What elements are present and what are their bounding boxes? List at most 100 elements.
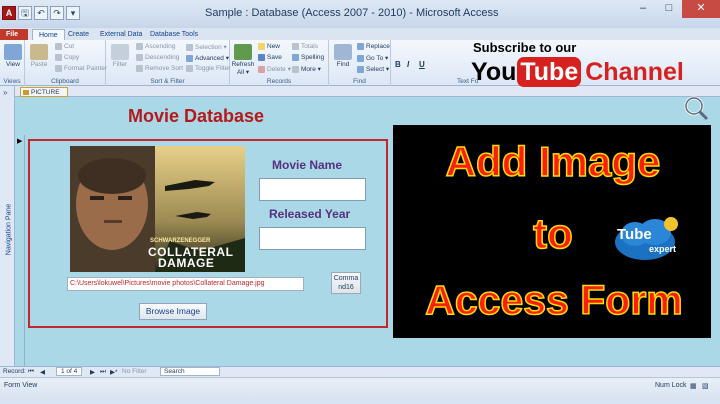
- paste-icon: [30, 44, 48, 60]
- youtube-channel-logo: You Tube Channel: [471, 57, 684, 87]
- toggle-filter-icon: [186, 65, 193, 72]
- more-button[interactable]: More ▾: [292, 65, 321, 73]
- quick-access-toolbar: A 🖫 ↶ ↷ ▾: [2, 6, 80, 22]
- poster-title-line2: DAMAGE: [158, 256, 215, 270]
- form-icon: [23, 90, 29, 95]
- badge-expert-text: expert: [649, 244, 677, 254]
- window-controls: – □ ✕: [630, 0, 720, 18]
- form-view-icon[interactable]: ▦: [690, 382, 697, 390]
- sort-ascending-icon: [136, 43, 143, 50]
- new-record-button[interactable]: New: [258, 43, 280, 50]
- record-label: Record:: [3, 368, 26, 375]
- chevron-right-icon[interactable]: »: [3, 88, 7, 97]
- copy-button[interactable]: Copy: [55, 54, 79, 61]
- view-icon: [4, 44, 22, 60]
- access-logo-icon[interactable]: A: [2, 6, 16, 20]
- movie-name-field[interactable]: [259, 178, 366, 201]
- customize-icon[interactable]: ▾: [66, 6, 80, 20]
- promo-line-1: Add Image: [445, 137, 661, 186]
- tube-expert-badge: Tube expert: [613, 214, 683, 264]
- toggle-filter-button[interactable]: Toggle Filter: [186, 65, 230, 72]
- save-record-button[interactable]: Save: [258, 54, 282, 61]
- released-year-label: Released Year: [269, 207, 351, 221]
- magnifier-icon: [684, 96, 709, 121]
- record-selector[interactable]: ▶: [15, 135, 25, 366]
- underline-button[interactable]: U: [419, 60, 425, 69]
- previous-record-icon[interactable]: ◀: [40, 368, 45, 376]
- status-bar: Form View Num Lock ▦ ▧: [0, 377, 720, 404]
- bold-button[interactable]: B: [395, 60, 401, 69]
- tab-home[interactable]: Home: [32, 29, 65, 40]
- tab-external-data[interactable]: External Data: [94, 29, 148, 40]
- clipboard-group: Paste Cut Copy Format Painter Clipboard: [25, 40, 107, 86]
- no-filter-indicator[interactable]: No Filter: [122, 368, 147, 375]
- descending-button[interactable]: Descending: [136, 54, 179, 61]
- ascending-button[interactable]: Ascending: [136, 43, 175, 50]
- tab-database-tools[interactable]: Database Tools: [144, 29, 204, 40]
- replace-icon: [357, 43, 364, 50]
- delete-icon: [258, 65, 265, 73]
- redo-icon[interactable]: ↷: [50, 6, 64, 20]
- totals-button[interactable]: Totals: [292, 43, 318, 50]
- save-record-icon: [258, 54, 265, 61]
- paste-button[interactable]: Paste: [27, 44, 51, 68]
- select-button[interactable]: Select ▾: [357, 65, 389, 73]
- record-position-field[interactable]: 1 of 4: [56, 367, 83, 376]
- new-record-nav-icon[interactable]: ▶*: [110, 368, 118, 376]
- scissors-icon: [55, 43, 62, 50]
- close-button[interactable]: ✕: [682, 0, 720, 18]
- access-window: A 🖫 ↶ ↷ ▾ Sample : Database (Access 2007…: [0, 0, 720, 404]
- advanced-button[interactable]: Advanced ▾: [186, 54, 229, 62]
- movie-poster-image[interactable]: SCHWARZENEGGER COLLATERAL DAMAGE: [70, 146, 245, 272]
- maximize-button[interactable]: □: [656, 0, 682, 18]
- image-path-field[interactable]: C:\Users\lokuwel\Pictures\movie photos\C…: [67, 277, 304, 291]
- ribbon-tabs: File Home Create External Data Database …: [0, 28, 720, 40]
- command16-button[interactable]: Comma nd16: [331, 272, 361, 294]
- records-group: Refresh All ▾ New Save Delete ▾ Totals S…: [230, 40, 329, 86]
- navigation-pane-label: Navigation Pane: [5, 203, 13, 256]
- title-bar: A 🖫 ↶ ↷ ▾ Sample : Database (Access 2007…: [0, 0, 720, 28]
- first-record-icon[interactable]: ⏮: [28, 368, 34, 376]
- filter-button[interactable]: Filter: [108, 44, 132, 68]
- last-record-icon[interactable]: ⏭: [100, 368, 106, 376]
- tab-file[interactable]: File: [0, 29, 28, 40]
- replace-button[interactable]: Replace: [357, 43, 390, 50]
- format-painter-button[interactable]: Format Painter: [55, 65, 107, 72]
- delete-record-button[interactable]: Delete ▾: [258, 65, 291, 73]
- undo-icon[interactable]: ↶: [34, 6, 48, 20]
- advanced-filter-icon: [186, 54, 193, 62]
- navigation-pane[interactable]: » Navigation Pane: [0, 86, 15, 366]
- remove-sort-icon: [136, 65, 143, 72]
- view-status: Form View: [4, 382, 38, 389]
- cut-button[interactable]: Cut: [55, 43, 74, 50]
- refresh-all-button[interactable]: Refresh All ▾: [231, 44, 255, 76]
- promo-line-3: Access Form: [424, 276, 683, 324]
- italic-button[interactable]: I: [407, 60, 409, 69]
- sigma-icon: [292, 43, 299, 50]
- find-button[interactable]: Find: [331, 44, 355, 68]
- selection-button[interactable]: Selection ▾: [186, 43, 227, 51]
- views-group: View Views: [0, 40, 25, 86]
- remove-sort-button[interactable]: Remove Sort: [136, 65, 183, 72]
- released-year-field[interactable]: [259, 227, 366, 250]
- record-navigation-bar: Record: ⏮ ◀ 1 of 4 ▶ ⏭ ▶* No Filter Sear…: [0, 366, 720, 377]
- poster-actor-text: SCHWARZENEGGER: [150, 238, 211, 244]
- save-icon[interactable]: 🖫: [18, 6, 32, 20]
- promo-line-2: to: [532, 209, 573, 258]
- goto-icon: [357, 54, 364, 62]
- minimize-button[interactable]: –: [630, 0, 656, 18]
- tab-create[interactable]: Create: [62, 29, 95, 40]
- record-search-field[interactable]: Search: [160, 367, 220, 376]
- next-record-icon[interactable]: ▶: [90, 368, 95, 376]
- movie-name-label: Movie Name: [272, 158, 343, 172]
- design-view-icon[interactable]: ▧: [702, 382, 709, 390]
- select-icon: [357, 65, 364, 73]
- browse-image-button[interactable]: Browse Image: [139, 303, 207, 320]
- more-icon: [292, 65, 299, 73]
- tab-picture[interactable]: PICTURE: [20, 87, 68, 97]
- current-record-arrow-icon: ▶: [17, 138, 23, 145]
- goto-button[interactable]: Go To ▾: [357, 54, 388, 62]
- text-formatting-group: B I U Text Fo: [395, 60, 479, 85]
- view-button[interactable]: View: [1, 44, 25, 68]
- spelling-button[interactable]: Spelling: [292, 54, 324, 61]
